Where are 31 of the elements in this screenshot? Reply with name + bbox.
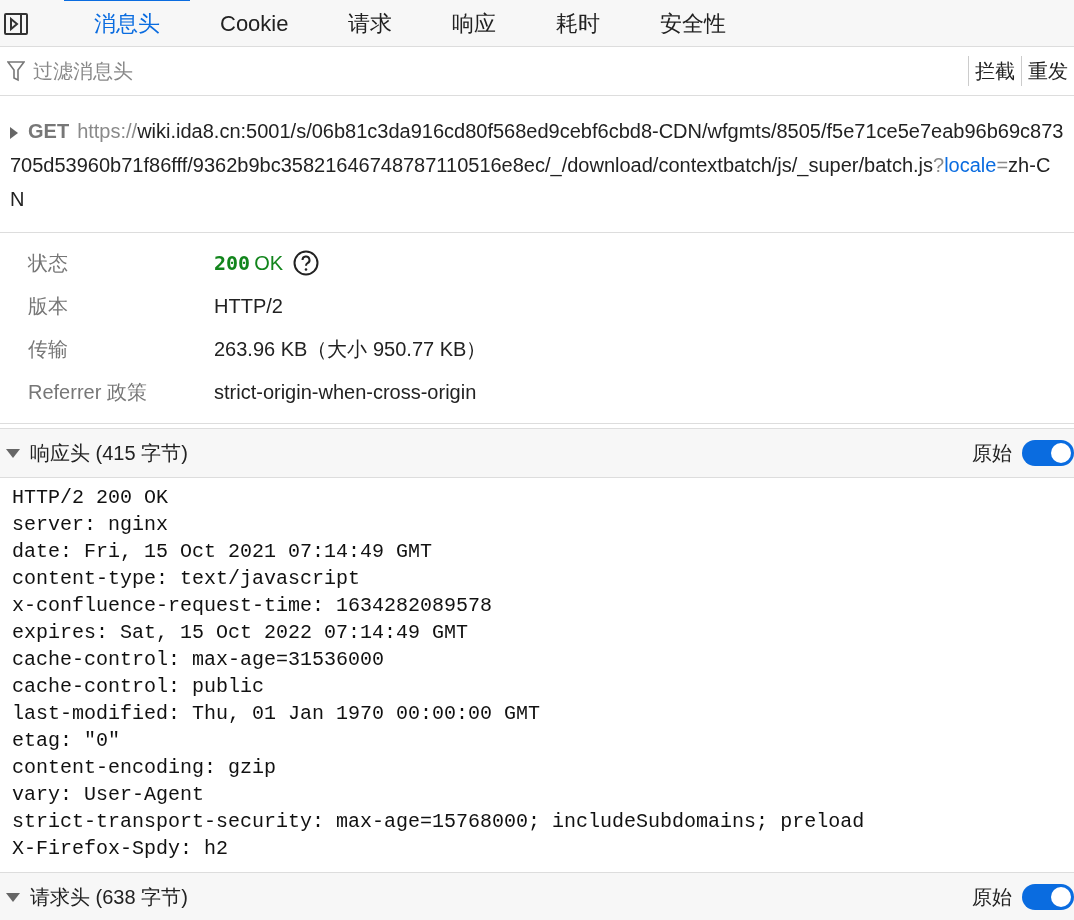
section-header[interactable]: 请求头 (638 字节) 原始 xyxy=(0,872,1074,920)
filter-icon xyxy=(7,60,25,82)
raw-label: 原始 xyxy=(972,441,1012,466)
summary-label: 传输 xyxy=(28,336,69,362)
toolbar-button[interactable]: 重发 xyxy=(1021,56,1074,86)
summary-label: 版本 xyxy=(28,293,69,319)
tab[interactable]: Cookie xyxy=(190,0,319,46)
tab[interactable]: 耗时 xyxy=(526,0,631,46)
summary-label: 状态 xyxy=(28,250,69,276)
summary-value: HTTP/2 xyxy=(214,293,283,319)
filter-field[interactable]: 过滤消息头 xyxy=(33,56,968,86)
help-icon[interactable] xyxy=(293,249,320,276)
raw-toggle[interactable] xyxy=(1022,440,1074,466)
section-title: 请求头 (638 字节) xyxy=(30,885,188,910)
tab[interactable]: 安全性 xyxy=(630,0,757,46)
status-text: OK xyxy=(254,250,284,276)
raw-toggle[interactable] xyxy=(1022,884,1074,910)
status-code: 200 xyxy=(214,249,251,277)
raw-label: 原始 xyxy=(972,885,1012,910)
raw-headers-text: HTTP/2 200 OK server: nginx date: Fri, 15 Oct 2021 07:14:49 GMT content-type: text/javascript x-confluence-request-time: 1634282089578 expires: Sat, 15 Oct 2022 07:14:49 GMT cache-control: max-age=31536000 cache-control: public last-modified: Thu, 01 Jan 1970 00:00:00 GMT etag: "0" content-encoding: gzip vary: User-Agent strict-transport-security: max-age=15768000; includeSubdomains; preload X-Firefox-Spdy: h2 xyxy=(11,485,866,862)
summary-value: strict-origin-when-cross-origin xyxy=(214,379,477,405)
section-title: 响应头 (415 字节) xyxy=(30,441,188,466)
tab[interactable]: 消息头 xyxy=(64,0,190,46)
section-header[interactable]: 响应头 (415 字节) 原始 xyxy=(0,428,1074,478)
tab[interactable]: 响应 xyxy=(422,0,527,46)
request-url: GET https://wiki.ida8.cn:5001/s/06b81c3da916cd80f568ed9cebf6cbd8-CDN/wfgmts/8505/f5e71ce5e7eab96b69c873705d53960b71f86fff/9362b9bc35821646748787110516e8ec/_/download/contextbatch/js/_super/batch.js?locale=zh-CN xyxy=(10,119,1064,212)
tab[interactable]: 请求 xyxy=(318,0,423,46)
sidebar-toggle-icon[interactable] xyxy=(4,13,28,35)
summary-label: Referrer 政策 xyxy=(28,379,148,405)
summary-value: 263.96 KB（大小 950.77 KB） xyxy=(214,336,487,362)
toolbar-button[interactable]: 拦截 xyxy=(968,56,1021,86)
